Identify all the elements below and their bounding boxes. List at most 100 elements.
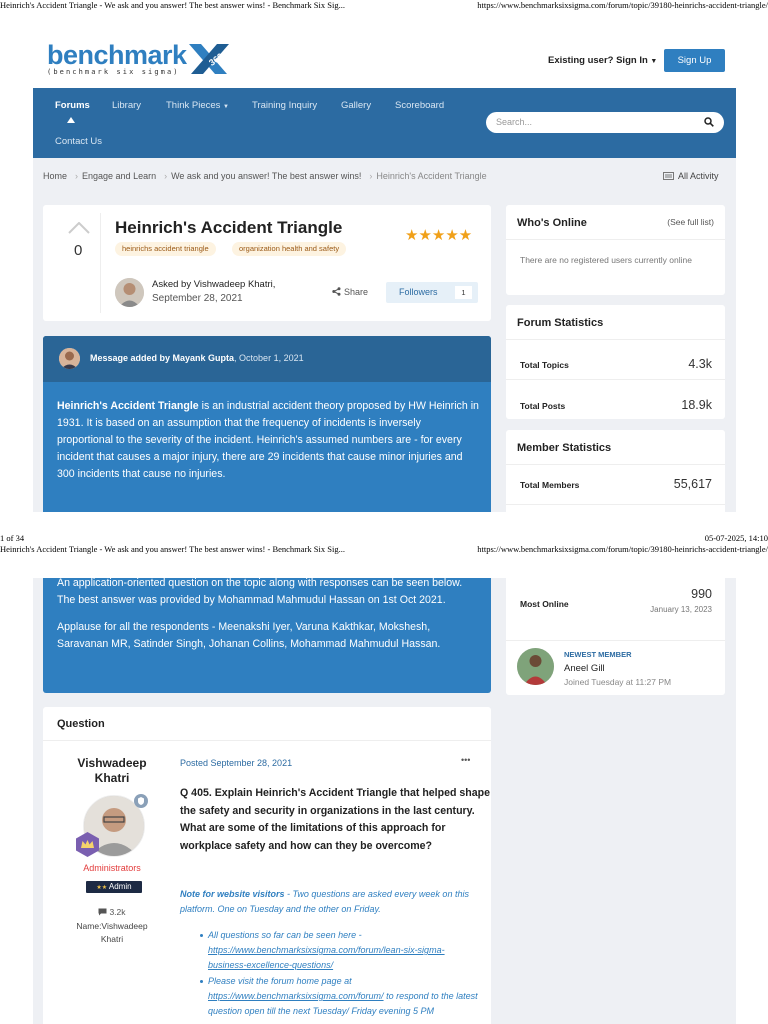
- total-members-value: 55,617: [673, 477, 712, 491]
- newest-member-avatar[interactable]: [517, 648, 554, 685]
- nav-library[interactable]: Library: [112, 100, 141, 111]
- post-author-name[interactable]: Vishwadeep Khatri: [67, 756, 157, 786]
- logo-wordmark: benchmark: [47, 40, 187, 70]
- print-datetime: 05-07-2025, 14:10: [704, 533, 768, 543]
- all-activity-label: All Activity: [678, 171, 719, 181]
- member-stats-continued: Most Online 990 January 13, 2023 NEWEST …: [506, 578, 725, 695]
- member-stats-heading: Member Statistics: [517, 442, 612, 454]
- author-post-count: 3.2k: [67, 907, 157, 917]
- message-body: Heinrich's Accident Triangle is an indus…: [57, 398, 479, 483]
- divider: [506, 379, 725, 380]
- all-activity-link[interactable]: All Activity: [663, 171, 719, 181]
- author-avatar[interactable]: [115, 278, 144, 307]
- message-paragraph-3: Applause for all the respondents - Meena…: [57, 621, 441, 650]
- more-options-icon[interactable]: •••: [461, 755, 470, 765]
- author-name-field: Name:Vishwadeep Khatri: [76, 921, 148, 944]
- site-header: benchmark (benchmark six sigma) 360 Exis…: [33, 12, 736, 88]
- divider: [506, 464, 725, 465]
- topic-header-card: 0 Heinrich's Accident Triangle ★★★★★ hei…: [43, 205, 491, 321]
- page-two: An application-oriented question on the …: [33, 578, 736, 1024]
- active-indicator-icon: [67, 117, 75, 123]
- share-label: Share: [344, 287, 369, 297]
- member-stats-card: Member Statistics Total Members 55,617: [506, 430, 725, 512]
- nav-forums[interactable]: Forums: [55, 100, 90, 111]
- sign-in-link[interactable]: Existing user? Sign In ▼: [548, 55, 657, 66]
- bullet-icon: [200, 980, 203, 983]
- admin-badge-label: Admin: [108, 882, 132, 891]
- upvote-icon[interactable]: [68, 222, 90, 234]
- star-icon: ★★: [96, 885, 108, 891]
- moderator-shield-icon: [134, 794, 148, 808]
- moderator-message: Message added by Mayank Gupta, October 1…: [43, 336, 491, 512]
- vote-count: 0: [74, 242, 83, 259]
- tag-health-safety[interactable]: organization health and safety: [232, 242, 347, 256]
- print-title-2: Heinrich's Accident Triangle - We ask an…: [0, 544, 345, 554]
- followers-button[interactable]: Followers 1: [386, 282, 478, 303]
- logo-subtitle: (benchmark six sigma): [47, 68, 180, 76]
- activity-icon: [663, 172, 674, 180]
- followers-count: 1: [455, 286, 472, 299]
- search-placeholder: Search...: [496, 117, 533, 127]
- total-posts-label: Total Posts: [520, 401, 566, 411]
- search-box[interactable]: Search...: [486, 112, 724, 133]
- share-button[interactable]: Share: [332, 287, 368, 297]
- message-author[interactable]: Message added by Mayank Gupta: [90, 353, 234, 363]
- questions-archive-link[interactable]: https://www.benchmarksixsigma.com/forum/…: [208, 945, 445, 970]
- see-full-list-link[interactable]: (See full list): [667, 217, 714, 227]
- share-icon: [332, 287, 341, 296]
- sign-up-button[interactable]: Sign Up: [664, 49, 725, 72]
- divider: [100, 213, 101, 313]
- author-role: Administrators: [83, 863, 141, 873]
- divider: [43, 740, 491, 741]
- message-date: , October 1, 2021: [234, 353, 304, 363]
- caret-down-icon: ▼: [223, 104, 229, 110]
- nav-think-pieces[interactable]: Think Pieces ▼: [166, 100, 229, 111]
- list-item: Please visit the forum home page at http…: [200, 974, 483, 1019]
- question-text: Q 405. Explain Heinrich's Accident Trian…: [180, 787, 491, 852]
- nav-training-inquiry[interactable]: Training Inquiry: [252, 100, 317, 111]
- topic-title: Heinrich's Accident Triangle: [115, 218, 343, 237]
- site-logo[interactable]: benchmark (benchmark six sigma) 360: [47, 40, 229, 76]
- rank-crown-icon: [76, 832, 99, 857]
- breadcrumb-forum[interactable]: We ask and you answer! The best answer w…: [171, 171, 361, 181]
- forum-stats-heading: Forum Statistics: [517, 317, 604, 329]
- question-post: Question Vishwadeep Khatri Administrator…: [43, 707, 491, 1024]
- tag-heinrichs[interactable]: heinrichs accident triangle: [115, 242, 216, 256]
- logo-x-icon: 360: [189, 44, 229, 74]
- message-paragraph-1: is an industrial accident theory propose…: [57, 400, 479, 480]
- list-item: All questions so far can be seen here - …: [200, 928, 483, 973]
- posted-date: Posted September 28, 2021: [180, 758, 293, 768]
- forum-home-link[interactable]: https://www.benchmarksixsigma.com/forum/: [208, 991, 384, 1001]
- print-title: Heinrich's Accident Triangle - We ask an…: [0, 0, 345, 10]
- message-added-by: Message added by Mayank Gupta, October 1…: [90, 353, 304, 363]
- no-users-text: There are no registered users currently …: [520, 255, 692, 265]
- followers-label: Followers: [399, 287, 438, 297]
- newest-member-name[interactable]: Aneel Gill: [564, 663, 605, 674]
- breadcrumb: Home › Engage and Learn › We ask and you ans…: [43, 171, 491, 181]
- bullet-1-text: All questions so far can be seen here -: [208, 930, 362, 940]
- print-header: Heinrich's Accident Triangle - We ask an…: [0, 0, 768, 12]
- page-one: benchmark (benchmark six sigma) 360 Exis…: [33, 12, 736, 512]
- nav-gallery[interactable]: Gallery: [341, 100, 371, 111]
- moderator-message-continued: An application-oriented question on the …: [43, 578, 491, 693]
- search-icon[interactable]: [704, 117, 714, 127]
- whos-online-heading: Who's Online: [517, 217, 587, 229]
- nav-contact-us[interactable]: Contact Us: [55, 136, 102, 147]
- rating-stars-icon[interactable]: ★★★★★: [405, 226, 472, 244]
- print-url: https://www.benchmarksixsigma.com/forum/…: [477, 0, 768, 10]
- sign-in-label: Existing user? Sign In: [548, 55, 648, 66]
- mayank-avatar[interactable]: [59, 348, 80, 369]
- total-posts-value: 18.9k: [681, 398, 712, 412]
- asked-by[interactable]: Asked by Vishwadeep Khatri,: [152, 279, 275, 290]
- note-heading: Note for website visitors: [180, 889, 285, 899]
- divider: [506, 504, 725, 505]
- message-paragraph-2: An application-oriented question on the …: [57, 578, 463, 606]
- breadcrumb-home[interactable]: Home: [43, 171, 67, 181]
- message-continued-body: An application-oriented question on the …: [57, 578, 479, 653]
- print-page-number: 1 of 34: [0, 533, 25, 543]
- most-online-label: Most Online: [520, 599, 569, 609]
- admin-badge: ★★ Admin: [86, 881, 142, 893]
- breadcrumb-engage[interactable]: Engage and Learn: [82, 171, 156, 181]
- nav-scoreboard[interactable]: Scoreboard: [395, 100, 444, 111]
- chevron-right-icon: ›: [369, 171, 373, 181]
